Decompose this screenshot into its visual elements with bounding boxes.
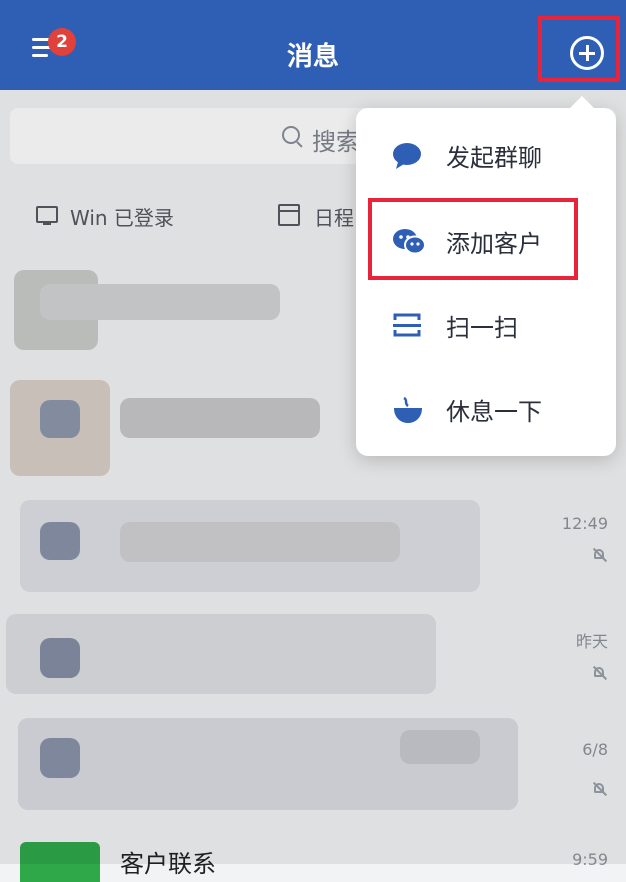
add-customer-highlight <box>368 198 578 280</box>
menu-item-start-group-chat[interactable]: 发起群聊 <box>356 114 616 194</box>
menu-item-scan[interactable]: 扫一扫 <box>356 284 616 364</box>
menu-item-take-a-break[interactable]: 休息一下 <box>356 368 616 448</box>
scan-icon <box>392 312 422 342</box>
page-title: 消息 <box>286 42 339 72</box>
chat-bubble-icon <box>392 142 422 174</box>
coffee-cup-icon <box>392 396 424 428</box>
add-popup-menu: 发起群聊 添加客户 扫一扫 休息一下 <box>356 96 616 456</box>
add-button-highlight <box>538 16 620 82</box>
top-bar: 2 消息 <box>0 0 626 90</box>
